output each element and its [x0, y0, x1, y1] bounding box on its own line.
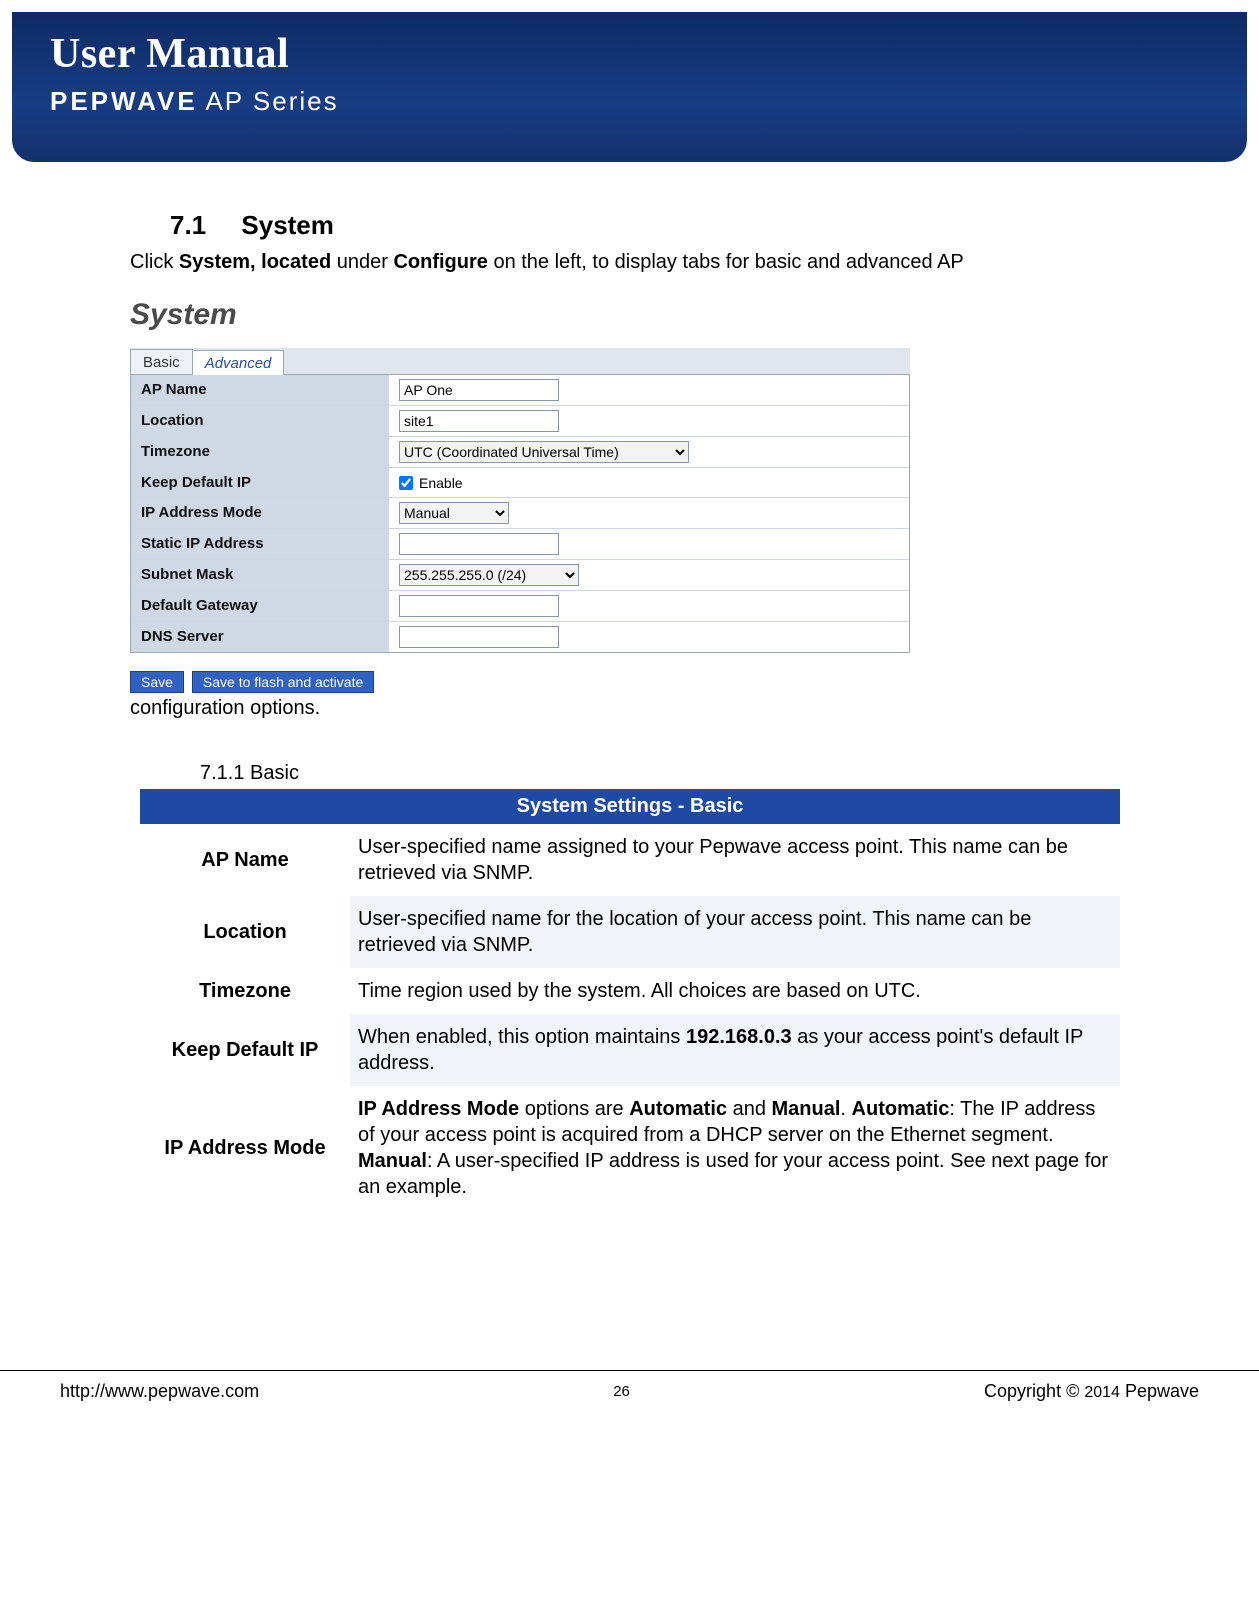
intro-text: Click System, located under Configure on…	[130, 249, 1139, 276]
table-row: IP Address ModeIP Address Mode options a…	[140, 1086, 1120, 1210]
input-ap-name[interactable]	[399, 379, 559, 401]
enable-text: Enable	[419, 475, 463, 491]
copyright-year: 2014	[1084, 1384, 1120, 1401]
system-screenshot: System Basic Advanced AP Name Location T…	[130, 298, 910, 693]
config-tail: configuration options.	[130, 697, 1139, 720]
copyright-pre: Copyright ©	[984, 1381, 1084, 1401]
header-band: User Manual PEPWAVE AP Series	[12, 12, 1247, 162]
brand-line: PEPWAVE AP Series	[50, 86, 339, 117]
section-number: 7.1	[170, 210, 206, 241]
footer-url: http://www.pepwave.com	[60, 1381, 259, 1402]
row-desc: IP Address Mode options are Automatic an…	[350, 1086, 1120, 1210]
table-row: Keep Default IPWhen enabled, this option…	[140, 1014, 1120, 1086]
section-title: System	[241, 210, 334, 240]
label-dns: DNS Server	[131, 622, 389, 652]
table-row: LocationUser-specified name for the loca…	[140, 896, 1120, 968]
row-key: Timezone	[140, 968, 350, 1014]
intro-b2: Configure	[393, 251, 487, 273]
screenshot-title: System	[130, 298, 910, 332]
label-location: Location	[131, 406, 389, 436]
input-gateway[interactable]	[399, 595, 559, 617]
row-key: Keep Default IP	[140, 1014, 350, 1086]
intro-pre: Click	[130, 251, 179, 273]
footer-copyright: Copyright © 2014 Pepwave	[984, 1381, 1199, 1402]
intro-b1: System, located	[179, 251, 331, 273]
settings-table: System Settings - Basic AP NameUser-spec…	[140, 789, 1120, 1210]
row-key: Location	[140, 896, 350, 968]
label-gateway: Default Gateway	[131, 591, 389, 621]
brand-bold: PEPWAVE	[50, 86, 198, 116]
table-row: TimezoneTime region used by the system. …	[140, 968, 1120, 1014]
select-ip-mode[interactable]: Manual	[399, 502, 509, 524]
label-static-ip: Static IP Address	[131, 529, 389, 559]
subsection-title: Basic	[250, 762, 299, 784]
table-row: AP NameUser-specified name assigned to y…	[140, 824, 1120, 896]
save-button[interactable]: Save	[130, 671, 184, 693]
label-timezone: Timezone	[131, 437, 389, 467]
row-desc: User-specified name for the location of …	[350, 896, 1120, 968]
subsection-number: 7.1.1	[200, 762, 244, 784]
tab-advanced[interactable]: Advanced	[192, 350, 285, 375]
copyright-post: Pepwave	[1120, 1381, 1199, 1401]
manual-title: User Manual	[50, 30, 339, 78]
input-static-ip[interactable]	[399, 533, 559, 555]
tab-basic[interactable]: Basic	[130, 349, 193, 374]
label-keep-default-ip: Keep Default IP	[131, 468, 389, 497]
label-ap-name: AP Name	[131, 375, 389, 405]
select-subnet[interactable]: 255.255.255.0 (/24)	[399, 564, 579, 586]
row-desc: When enabled, this option maintains 192.…	[350, 1014, 1120, 1086]
row-desc: User-specified name assigned to your Pep…	[350, 824, 1120, 896]
label-ip-mode: IP Address Mode	[131, 498, 389, 528]
table-header: System Settings - Basic	[140, 789, 1120, 824]
intro-post: on the left, to display tabs for basic a…	[488, 251, 964, 273]
tab-bar: Basic Advanced	[130, 348, 910, 375]
label-subnet: Subnet Mask	[131, 560, 389, 590]
brand-thin: AP Series	[198, 86, 339, 116]
row-key: IP Address Mode	[140, 1086, 350, 1210]
row-desc: Time region used by the system. All choi…	[350, 968, 1120, 1014]
section-heading: 7.1 System	[170, 210, 1139, 241]
row-key: AP Name	[140, 824, 350, 896]
intro-mid: under	[331, 251, 393, 273]
subsection-heading: 7.1.1 Basic	[200, 762, 1139, 785]
page-footer: http://www.pepwave.com 26 Copyright © 20…	[0, 1370, 1259, 1432]
save-flash-button[interactable]: Save to flash and activate	[192, 671, 374, 693]
input-dns[interactable]	[399, 626, 559, 648]
select-timezone[interactable]: UTC (Coordinated Universal Time)	[399, 441, 689, 463]
input-location[interactable]	[399, 410, 559, 432]
system-form: AP Name Location Timezone UTC (Coordinat…	[130, 375, 910, 653]
checkbox-keep-default-ip[interactable]	[399, 476, 413, 490]
page-number: 26	[613, 1383, 630, 1400]
